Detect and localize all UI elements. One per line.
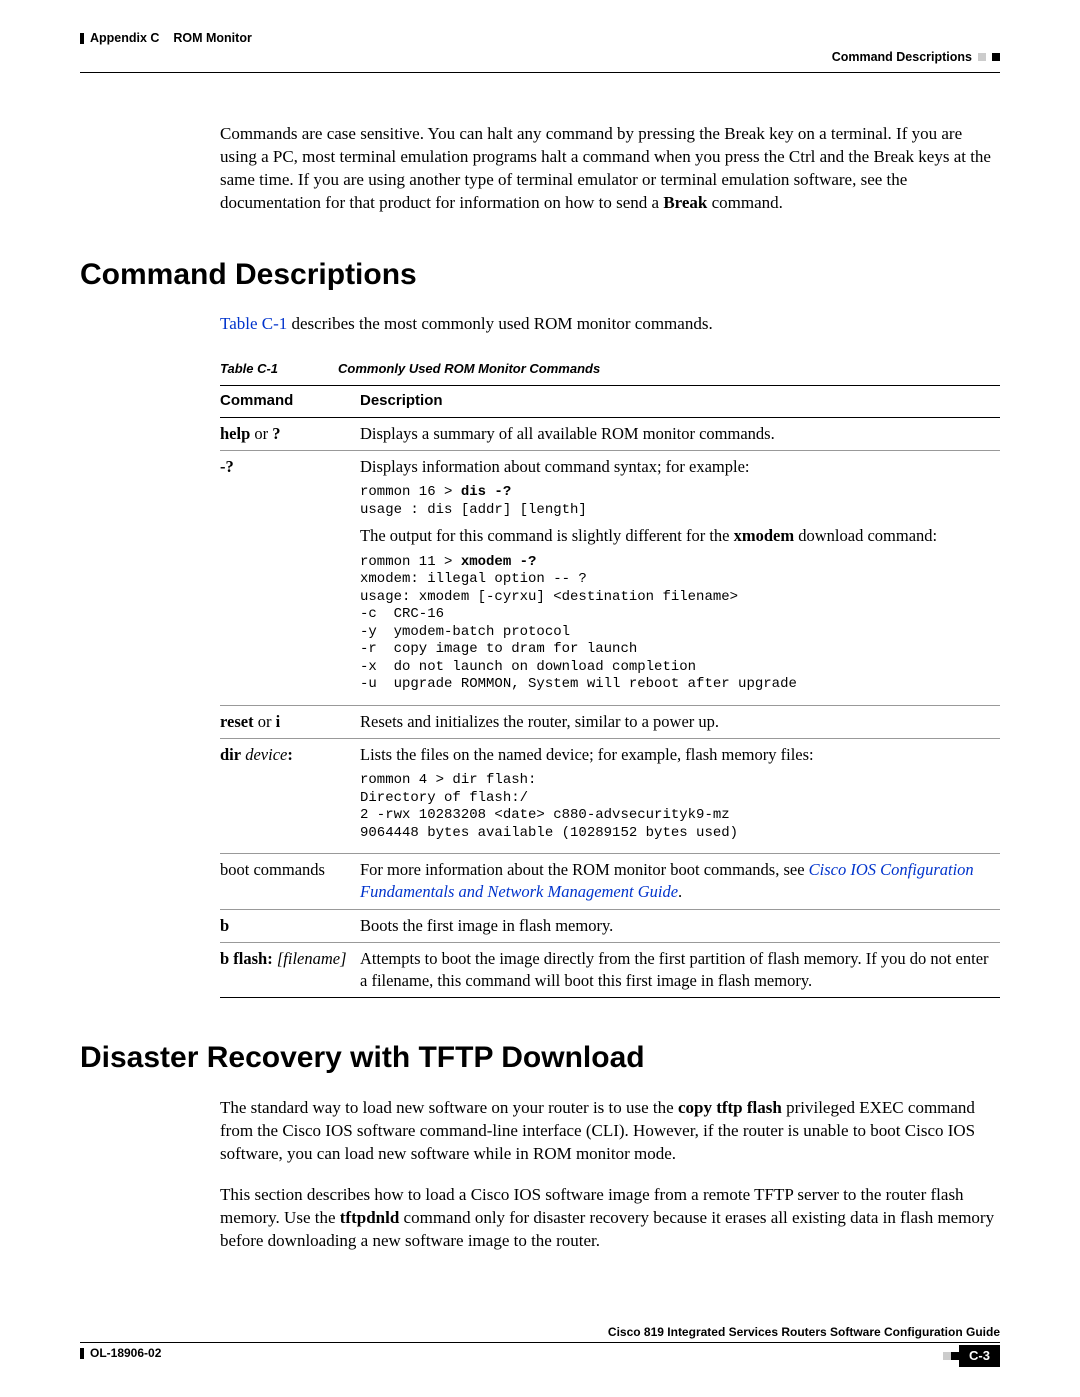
table-row: dir device: Lists the files on the named… — [220, 738, 1000, 853]
section1-intro: Table C-1 describes the most commonly us… — [220, 313, 1000, 336]
col-description: Description — [360, 386, 1000, 417]
heading-command-descriptions: Command Descriptions — [80, 255, 1000, 296]
table-row: reset or i Resets and initializes the ro… — [220, 705, 1000, 738]
table-row: boot commands For more information about… — [220, 854, 1000, 910]
header-title: ROM Monitor — [173, 31, 251, 45]
rom-commands-table: Command Description help or ? Displays a… — [220, 385, 1000, 998]
intro-paragraph: Commands are case sensitive. You can hal… — [220, 123, 1000, 215]
table-row: -? Displays information about command sy… — [220, 451, 1000, 706]
page-number-badge: C-3 — [959, 1345, 1000, 1367]
table-row: b flash: [filename] Attempts to boot the… — [220, 942, 1000, 998]
heading-disaster-recovery: Disaster Recovery with TFTP Download — [80, 1038, 1000, 1079]
table-row: help or ? Displays a summary of all avai… — [220, 417, 1000, 450]
footer-guide-title: Cisco 819 Integrated Services Routers So… — [80, 1324, 1000, 1340]
col-command: Command — [220, 386, 360, 417]
header-section: Command Descriptions — [832, 49, 972, 66]
table-row: b Boots the first image in flash memory. — [220, 909, 1000, 942]
page-footer: Cisco 819 Integrated Services Routers So… — [80, 1324, 1000, 1367]
section2-para2: This section describes how to load a Cis… — [220, 1184, 1000, 1253]
table-caption: Table C-1Commonly Used ROM Monitor Comma… — [220, 360, 1000, 378]
header-appendix: Appendix C — [90, 31, 159, 45]
section2-para1: The standard way to load new software on… — [220, 1097, 1000, 1166]
table-ref-link[interactable]: Table C-1 — [220, 314, 287, 333]
page-header: Appendix C ROM Monitor — [80, 30, 1000, 47]
footer-docnum: OL-18906-02 — [90, 1345, 161, 1361]
